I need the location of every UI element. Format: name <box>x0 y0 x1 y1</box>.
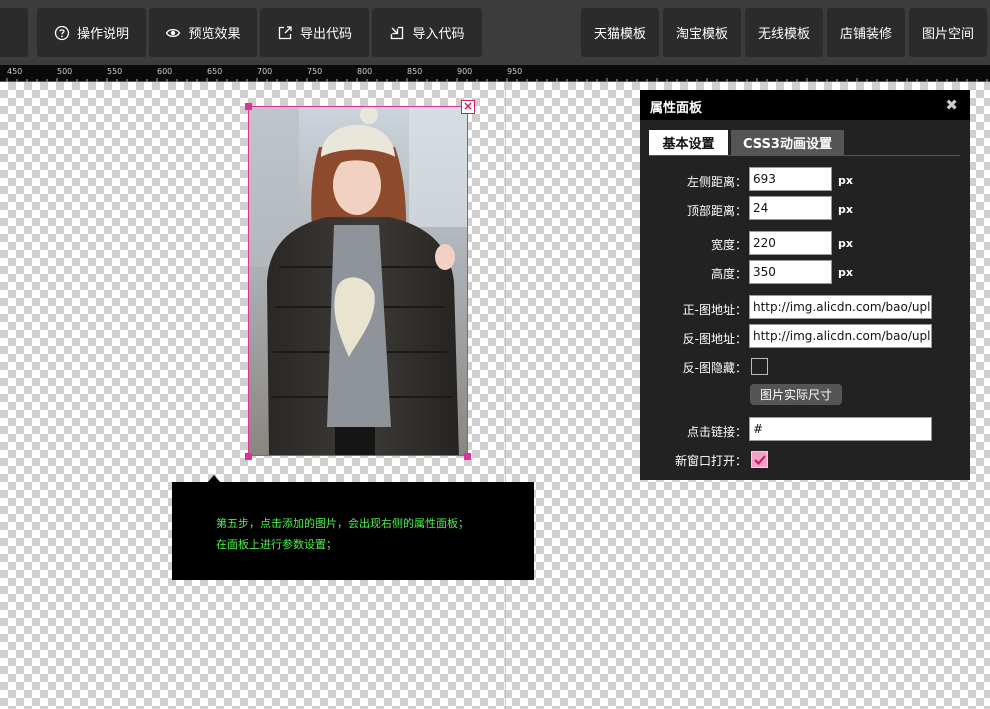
top-distance-input[interactable]: 24 <box>749 196 832 220</box>
hidden-toolbar-button[interactable] <box>0 8 28 57</box>
ruler-label: 700 <box>257 67 272 76</box>
back-image-url-input[interactable]: http://img.alicdn.com/bao/uplc <box>749 324 932 348</box>
new-window-label: 新窗口打开： <box>674 454 747 468</box>
tab-css3-animation[interactable]: CSS3动画设置 <box>731 130 844 155</box>
left-distance-label: 左侧距离： <box>686 175 747 189</box>
image-space-button[interactable]: 图片空间 <box>909 8 987 57</box>
vertical-guide-line <box>505 82 506 709</box>
height-label: 高度： <box>710 267 747 281</box>
real-size-button[interactable]: 图片实际尺寸 <box>750 384 842 405</box>
image-space-label: 图片空间 <box>921 27 974 42</box>
ruler-label: 550 <box>107 67 122 76</box>
back-image-url-label: 反-图地址： <box>682 332 747 346</box>
import-icon <box>389 25 405 41</box>
ruler-label: 950 <box>507 67 522 76</box>
tip-line-2: 在面板上进行参数设置； <box>216 538 337 551</box>
tip-line-1: 第五步，点击添加的图片，会出现右侧的属性面板； <box>216 517 469 530</box>
left-distance-input[interactable]: 693 <box>749 167 832 191</box>
preview-button-label: 预览效果 <box>188 27 241 42</box>
wireless-template-label: 无线模板 <box>757 27 810 42</box>
front-image-url-input[interactable]: http://img.alicdn.com/bao/uplc <box>749 295 932 319</box>
width-unit: px <box>838 237 853 250</box>
check-icon <box>754 455 766 465</box>
close-icon[interactable]: ✖ <box>945 96 958 114</box>
ruler-label: 850 <box>407 67 422 76</box>
ruler-label: 450 <box>7 67 22 76</box>
tab-divider <box>649 155 960 156</box>
height-unit: px <box>838 266 853 279</box>
step-tip-box: 第五步，点击添加的图片，会出现右侧的属性面板； 在面板上进行参数设置； <box>172 482 534 580</box>
property-panel: 属性面板 ✖ 基本设置 CSS3动画设置 左侧距离： 693 px 顶部距离： … <box>640 90 970 480</box>
export-icon <box>277 25 293 41</box>
export-code-label: 导出代码 <box>299 27 352 42</box>
shop-decoration-label: 店铺装修 <box>839 27 892 42</box>
ruler-label: 600 <box>157 67 172 76</box>
ruler-label: 500 <box>57 67 72 76</box>
ruler-label: 650 <box>207 67 222 76</box>
selected-image[interactable] <box>248 106 468 456</box>
resize-handle-bottom-left[interactable] <box>245 453 252 460</box>
panel-title: 属性面板 <box>650 101 703 116</box>
back-image-hide-checkbox[interactable] <box>751 358 768 375</box>
shop-decoration-button[interactable]: 店铺装修 <box>827 8 905 57</box>
link-label: 点击链接： <box>686 425 747 439</box>
help-button[interactable]: 操作说明 <box>37 8 146 57</box>
horizontal-ruler: 450 500 550 600 650 700 750 800 850 900 … <box>0 65 990 82</box>
tmall-template-label: 天猫模板 <box>593 27 646 42</box>
panel-header: 属性面板 ✖ <box>640 90 970 120</box>
help-circle-icon <box>54 25 70 41</box>
delete-image-button[interactable]: × <box>461 100 475 114</box>
tab-basic-settings[interactable]: 基本设置 <box>649 130 728 155</box>
taobao-template-button[interactable]: 淘宝模板 <box>663 8 741 57</box>
export-code-button[interactable]: 导出代码 <box>260 8 369 57</box>
ruler-label: 750 <box>307 67 322 76</box>
ruler-label: 800 <box>357 67 372 76</box>
ruler-ticks: 450 500 550 600 650 700 750 800 850 900 … <box>6 67 988 82</box>
girl-photo-image <box>249 107 467 455</box>
eye-icon <box>165 25 181 41</box>
width-input[interactable]: 220 <box>749 231 832 255</box>
top-distance-label: 顶部距离： <box>686 204 747 218</box>
link-input[interactable]: # <box>749 417 932 441</box>
import-code-label: 导入代码 <box>412 27 465 42</box>
left-unit: px <box>838 174 853 187</box>
top-unit: px <box>838 203 853 216</box>
new-window-checkbox[interactable] <box>751 451 768 468</box>
resize-handle-top-left[interactable] <box>245 103 252 110</box>
back-image-hide-label: 反-图隐藏： <box>682 361 747 375</box>
preview-button[interactable]: 预览效果 <box>149 8 257 57</box>
front-image-url-label: 正-图地址： <box>682 303 747 317</box>
import-code-button[interactable]: 导入代码 <box>372 8 482 57</box>
top-toolbar: 操作说明 预览效果 导出代码 导入代码 天猫模板 淘宝模板 无线模板 店铺装修 … <box>0 0 990 65</box>
tmall-template-button[interactable]: 天猫模板 <box>581 8 659 57</box>
width-label: 宽度： <box>710 238 747 252</box>
ruler-label: 900 <box>457 67 472 76</box>
close-x-icon: × <box>462 99 474 113</box>
resize-handle-bottom-right[interactable] <box>464 453 471 460</box>
taobao-template-label: 淘宝模板 <box>675 27 728 42</box>
help-button-label: 操作说明 <box>76 27 129 42</box>
height-input[interactable]: 350 <box>749 260 832 284</box>
wireless-template-button[interactable]: 无线模板 <box>745 8 823 57</box>
